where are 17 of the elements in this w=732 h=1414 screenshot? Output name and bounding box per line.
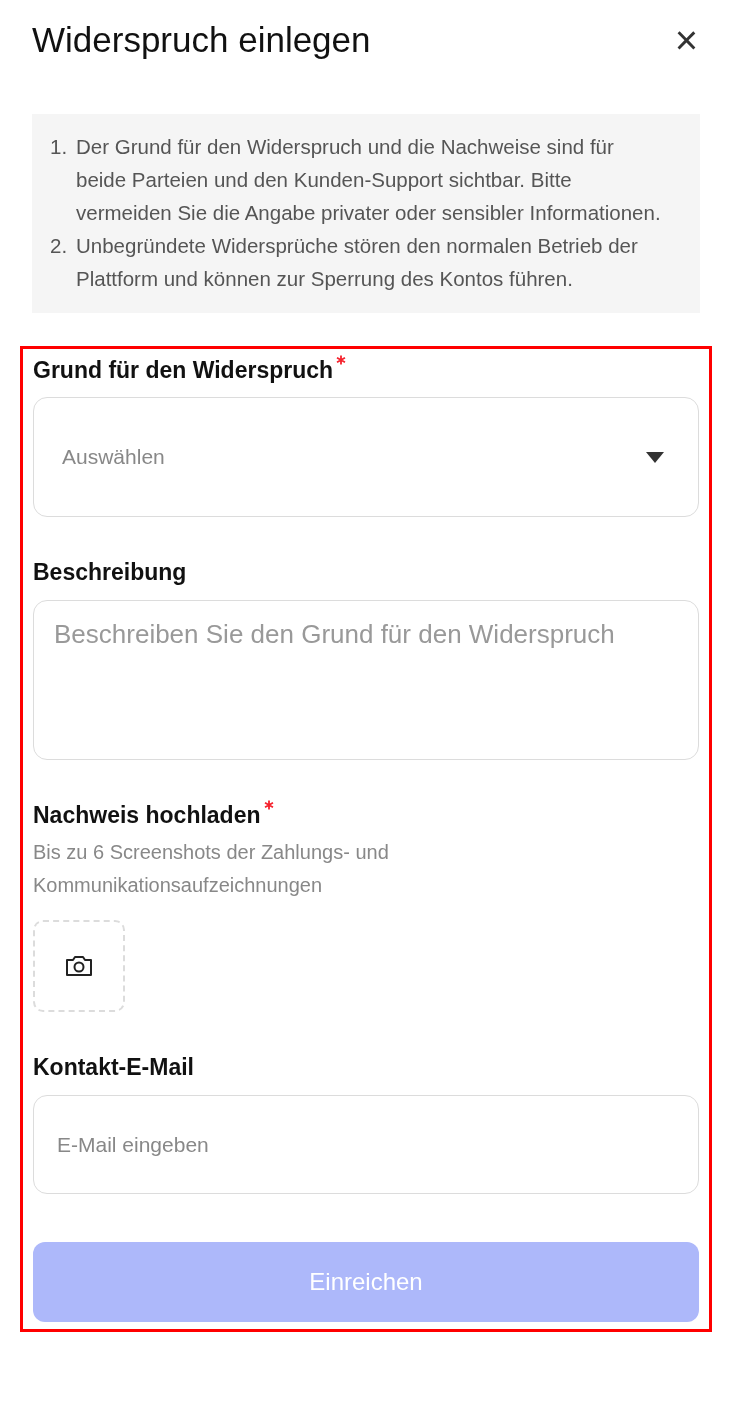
camera-icon <box>65 955 93 977</box>
field-label: Nachweis hochladen <box>33 801 261 830</box>
caret-icon <box>646 451 664 463</box>
field-label: Beschreibung <box>33 558 187 587</box>
notice-text: Unbegründete Widersprüche stören den normalen Betrieb der Plattform und können zur Sperrung des Kontos führen. <box>76 233 639 292</box>
description-field[interactable]: Beschreiben Sie den Grund für den Widerspruch <box>33 600 699 760</box>
dialog-title: Widerspruch einlegen <box>32 18 371 61</box>
notice-text: Der Grund für den Widerspruch und die Nachweise sind für beide Parteien und den Kunden-Support sichtbar. Bitte vermeiden Sie die Angabe privater oder sensibler Informationen. <box>76 134 662 226</box>
field-label: Kontakt-E-Mail <box>33 1053 194 1082</box>
list-number: 1. <box>50 134 69 160</box>
upload-button[interactable] <box>33 920 125 1012</box>
field-label: Grund für den Widerspruch <box>33 356 334 385</box>
hint-text: Bis zu 6 Screenshots der Zahlungs- und Kommunikationsaufzeichnungen <box>33 840 390 898</box>
list-number: 2. <box>50 233 69 259</box>
email-field[interactable]: E-Mail eingeben <box>33 1095 699 1194</box>
close-button[interactable]: × <box>674 20 698 60</box>
select-field[interactable]: Auswählen <box>33 397 699 517</box>
